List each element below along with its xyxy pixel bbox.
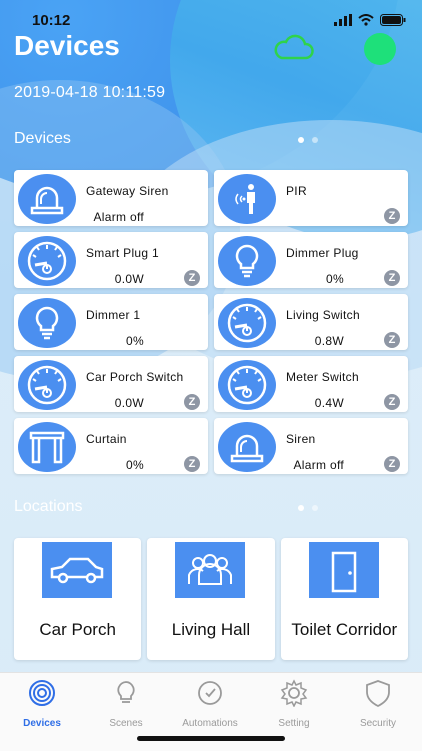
home-indicator [137, 736, 285, 741]
devices-icon [28, 680, 56, 711]
tab-automations[interactable]: Automations [168, 679, 252, 729]
location-name: Car Porch [39, 620, 116, 639]
page-title: Devices [14, 30, 120, 61]
automations-icon [196, 681, 224, 711]
device-name: Meter Switch [286, 370, 359, 384]
motion-sensor-icon [218, 174, 276, 224]
tab-devices[interactable]: Devices [0, 679, 84, 729]
device-card[interactable]: Gateway Siren Alarm off [14, 170, 208, 226]
device-grid: Gateway Siren Alarm off PIR Z Smart Plug 1 0.… [14, 170, 408, 474]
zigbee-icon: Z [384, 270, 400, 286]
cloud-icon[interactable] [272, 34, 314, 60]
bulb-icon [218, 236, 276, 286]
device-card[interactable]: Siren Alarm off Z [214, 418, 408, 474]
device-name: Curtain [86, 432, 127, 446]
device-card[interactable]: Meter Switch 0.4W Z [214, 356, 408, 412]
tab-security[interactable]: Security [336, 679, 420, 729]
location-card[interactable]: Toilet Corridor [280, 538, 408, 660]
zigbee-icon: Z [384, 394, 400, 410]
device-name: Car Porch Switch [86, 370, 184, 384]
zigbee-icon: Z [184, 456, 200, 472]
device-value: Alarm off [93, 210, 144, 224]
devices-section-label: Devices [14, 130, 71, 147]
device-name: Living Switch [286, 308, 360, 322]
location-name: Living Hall [171, 620, 251, 639]
location-name: Toilet Corridor [291, 620, 398, 639]
device-value: 0% [126, 458, 144, 472]
siren-icon [18, 174, 76, 224]
device-value: 0.0W [114, 272, 144, 286]
device-value: 0.4W [314, 396, 344, 410]
scenes-icon [112, 681, 140, 711]
tab-label: Automations [182, 718, 238, 729]
device-card[interactable]: Car Porch Switch 0.0W Z [14, 356, 208, 412]
device-value: 0.8W [314, 334, 344, 348]
gear-icon [280, 679, 308, 711]
shield-icon [364, 680, 392, 711]
bulb-icon [18, 298, 76, 348]
siren-icon [218, 422, 276, 472]
gauge-icon [218, 298, 276, 348]
location-card[interactable]: Living Hall [147, 538, 275, 660]
status-bar: 10:12 [0, 10, 422, 32]
devices-pager[interactable] [298, 137, 318, 143]
device-value: Alarm off [293, 458, 344, 472]
tab-label: Devices [23, 718, 61, 729]
locations-row: Car Porch Living Hall Toilet Corridor [14, 538, 408, 660]
device-name: Dimmer Plug [286, 246, 359, 260]
zigbee-icon: Z [384, 332, 400, 348]
wifi-icon [358, 14, 374, 26]
gauge-icon [18, 360, 76, 410]
device-card[interactable]: Curtain 0% Z [14, 418, 208, 474]
zigbee-icon: Z [384, 208, 400, 224]
zigbee-icon: Z [384, 456, 400, 472]
device-name: Gateway Siren [86, 184, 169, 198]
signal-icon [334, 14, 352, 26]
device-card[interactable]: Dimmer 1 0% [14, 294, 208, 350]
locations-section-label: Locations [14, 498, 83, 515]
device-value: 0% [126, 334, 144, 348]
zigbee-icon: Z [184, 270, 200, 286]
current-datetime: 2019-04-18 10:11:59 [14, 84, 166, 101]
tab-setting[interactable]: Setting [252, 679, 336, 729]
device-card[interactable]: PIR Z [214, 170, 408, 226]
device-card[interactable]: Smart Plug 1 0.0W Z [14, 232, 208, 288]
gauge-icon [218, 360, 276, 410]
tab-label: Setting [278, 718, 310, 729]
location-card[interactable]: Car Porch [14, 538, 142, 660]
tab-label: Security [359, 718, 397, 729]
device-value: 0.0W [114, 396, 144, 410]
gauge-icon [18, 236, 76, 286]
device-name: Smart Plug 1 [86, 246, 159, 260]
device-name: Siren [286, 432, 316, 446]
tab-scenes[interactable]: Scenes [84, 679, 168, 729]
door-icon [308, 542, 379, 598]
device-card[interactable]: Dimmer Plug 0% Z [214, 232, 408, 288]
locations-pager[interactable] [298, 505, 318, 511]
device-card[interactable]: Living Switch 0.8W Z [214, 294, 408, 350]
online-status-indicator[interactable] [364, 33, 396, 65]
battery-icon [380, 14, 406, 26]
car-icon [42, 542, 112, 598]
device-name: Dimmer 1 [86, 308, 141, 322]
tab-label: Scenes [109, 718, 143, 729]
device-value: 0% [326, 272, 344, 286]
people-icon [175, 542, 246, 598]
status-time: 10:12 [32, 12, 71, 29]
zigbee-icon: Z [184, 394, 200, 410]
curtain-icon [18, 422, 76, 472]
device-name: PIR [286, 184, 307, 198]
